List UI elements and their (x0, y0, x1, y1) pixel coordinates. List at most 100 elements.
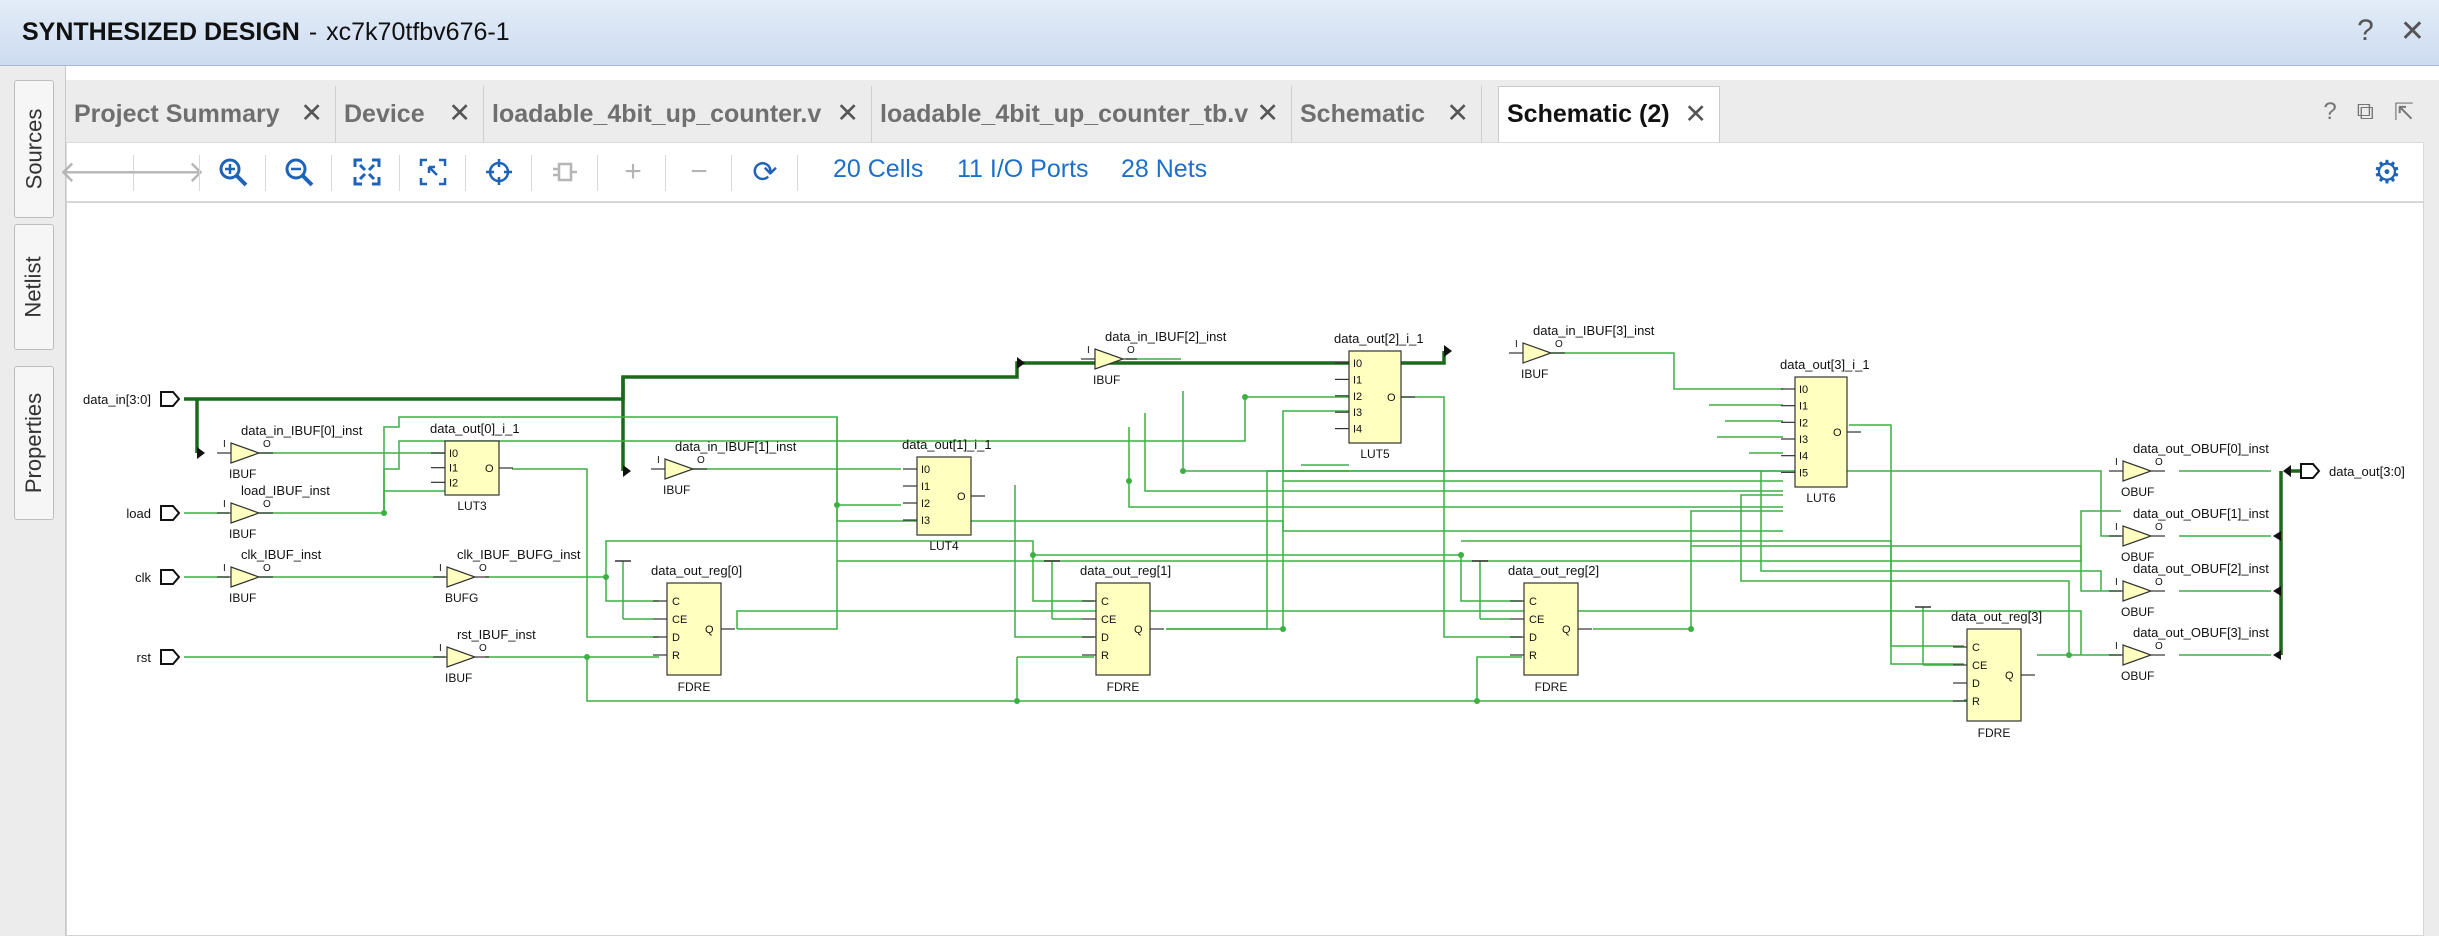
pin-label: O (1387, 392, 1396, 404)
pin-label: CE (1101, 614, 1116, 626)
ibuf-data-in-2[interactable] (1094, 348, 1125, 370)
ibuf-load[interactable] (230, 502, 261, 524)
tab-schematic[interactable]: Schematic ✕ (1292, 86, 1482, 142)
forward-icon[interactable]: 🡒 (125, 152, 205, 192)
refresh-icon[interactable]: ⟳ (745, 152, 785, 192)
net-wire[interactable] (1551, 352, 1783, 390)
cells-link[interactable]: 20 Cells (833, 155, 923, 184)
net-wire[interactable] (1691, 545, 2121, 592)
restore-icon[interactable]: ⧉ (2357, 98, 2374, 127)
pin-label: O (263, 499, 271, 510)
net-junction (584, 654, 590, 660)
side-tab-properties[interactable]: Properties (14, 366, 54, 520)
cell-instance-label: clk_IBUF_BUFG_inst (457, 547, 581, 562)
io-ports-link[interactable]: 11 I/O Ports (957, 155, 1089, 184)
pin-label: I5 (1799, 467, 1808, 479)
cell-instance-label: rst_IBUF_inst (457, 627, 536, 642)
cell-type-label: OBUF (2121, 669, 2154, 683)
net-wire[interactable] (1182, 391, 1349, 472)
close-icon[interactable]: ✕ (1446, 98, 1469, 129)
net-wire[interactable] (836, 505, 1783, 532)
tab-counter-tb-v[interactable]: loadable_4bit_up_counter_tb.v ✕ (872, 86, 1292, 142)
tab-counter-v[interactable]: loadable_4bit_up_counter.v ✕ (484, 86, 872, 142)
close-icon[interactable]: ✕ (300, 98, 323, 129)
ibuf-data-in-3[interactable] (1522, 342, 1553, 364)
close-icon[interactable]: ✕ (448, 98, 471, 129)
pin-label: D (672, 632, 680, 644)
net-wire[interactable] (1476, 656, 1522, 701)
cell-instance-label: data_out_reg[1] (1080, 563, 1171, 578)
net-wire[interactable] (1128, 427, 1783, 508)
close-icon[interactable]: ✕ (2400, 14, 2425, 49)
bus-arrow (1017, 357, 1025, 369)
pin-label: I (223, 499, 226, 510)
port-label: load (126, 506, 151, 521)
pin-label: I1 (1799, 401, 1808, 413)
port-data-out[interactable] (2300, 463, 2321, 479)
pin-label: O (1127, 345, 1135, 356)
ibuf-data-in-1[interactable] (664, 458, 695, 480)
gear-icon[interactable]: ⚙ (2367, 152, 2407, 192)
zoom-in-icon[interactable] (213, 152, 253, 192)
ibuf-rst[interactable] (446, 646, 477, 668)
net-wire[interactable] (485, 576, 659, 602)
side-tab-label: Netlist (21, 256, 46, 318)
pin-label: I4 (1353, 424, 1362, 436)
ibuf-data-in-0[interactable] (230, 442, 261, 464)
obuf-data-out-1[interactable] (2122, 525, 2153, 547)
port-load[interactable] (160, 505, 181, 521)
close-icon[interactable]: ✕ (836, 98, 859, 129)
minus-icon[interactable]: − (679, 152, 719, 192)
help-icon[interactable]: ? (2357, 14, 2374, 49)
ibuf-clk[interactable] (230, 566, 261, 588)
bus-wire[interactable] (184, 351, 1446, 401)
fit-icon[interactable] (347, 152, 387, 192)
pin-label: O (485, 463, 494, 475)
obuf-data-out-2[interactable] (2122, 580, 2153, 602)
pin-label: O (479, 643, 487, 654)
port-rst[interactable] (160, 649, 181, 665)
back-icon[interactable]: 🡐 (59, 152, 139, 192)
nets-link[interactable]: 28 Nets (1121, 155, 1207, 184)
expand-cell-icon[interactable] (545, 152, 585, 192)
cell-type-label: OBUF (2121, 605, 2154, 619)
obuf-data-out-0[interactable] (2122, 460, 2153, 482)
zoom-area-icon[interactable] (413, 152, 453, 192)
net-wire[interactable] (383, 396, 1349, 513)
obuf-data-out-3[interactable] (2122, 644, 2153, 666)
schematic-canvas[interactable]: data_in[3:0] load clk rst data_out[3:0] I Odat… (66, 202, 2424, 936)
plus-icon[interactable]: + (613, 152, 653, 192)
pin-label: I (2115, 577, 2118, 588)
net-wire[interactable] (383, 490, 445, 513)
net-wire[interactable] (1167, 470, 1781, 630)
net-wire[interactable] (1144, 413, 1783, 492)
net-wire[interactable] (837, 510, 2121, 562)
net-wire[interactable] (736, 610, 2082, 655)
float-icon[interactable]: ⇱ (2394, 98, 2414, 127)
pin-label: R (672, 650, 680, 662)
net-wire[interactable] (1849, 424, 1964, 665)
help-icon[interactable]: ? (2323, 98, 2336, 127)
cell-instance-label: data_out_reg[0] (651, 563, 742, 578)
cell-type-label: FDRE (1535, 680, 1568, 694)
pin-label: I (439, 643, 442, 654)
close-icon[interactable]: ✕ (1684, 99, 1707, 130)
crosshair-icon[interactable] (479, 152, 519, 192)
close-icon[interactable]: ✕ (1256, 98, 1279, 129)
pin-label: O (2155, 641, 2163, 652)
tab-device[interactable]: Device ✕ (336, 86, 484, 142)
side-tab-netlist[interactable]: Netlist (14, 224, 54, 350)
pin-label: Q (1562, 624, 1571, 636)
tab-schematic-2[interactable]: Schematic (2) ✕ (1498, 86, 1720, 142)
side-tab-sources[interactable]: Sources (14, 80, 54, 218)
part-name: xc7k70tfbv676-1 (326, 18, 510, 46)
bufg-clk[interactable] (446, 566, 477, 588)
zoom-out-icon[interactable] (279, 152, 319, 192)
cell-instance-label: data_out[3]_i_1 (1780, 357, 1870, 372)
pin-label: I1 (449, 463, 458, 475)
tab-project-summary[interactable]: Project Summary ✕ (66, 86, 336, 142)
port-data-in[interactable] (160, 391, 181, 407)
net-wire[interactable] (1760, 471, 2102, 591)
port-clk[interactable] (160, 569, 181, 585)
cell-instance-label: data_in_IBUF[2]_inst (1105, 329, 1227, 344)
